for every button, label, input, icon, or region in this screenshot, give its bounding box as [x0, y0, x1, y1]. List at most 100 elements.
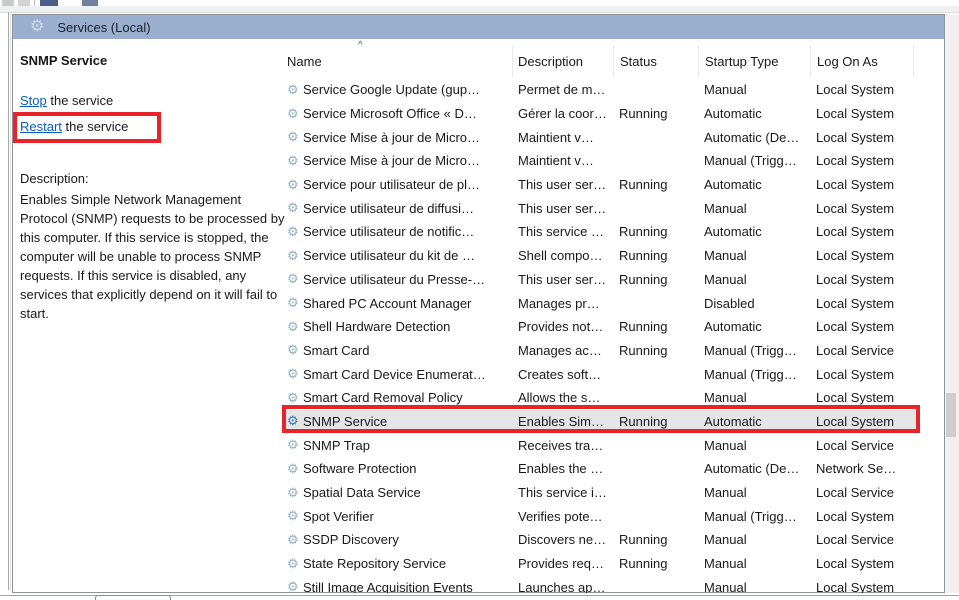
service-row[interactable]: ⚙Service Google Update (gup…Permet de m……	[283, 78, 945, 102]
service-description: Shell compo…	[512, 248, 613, 263]
stop-service-suffix: the service	[47, 93, 113, 108]
column-header-startup-type[interactable]: Startup Type	[705, 54, 778, 69]
service-status: Running	[613, 248, 698, 263]
service-description: Provides req…	[512, 556, 613, 571]
service-row[interactable]: ⚙Shell Hardware DetectionProvides not…Ru…	[283, 315, 945, 339]
service-row[interactable]: ⚙Spatial Data ServiceThis service i…Manu…	[283, 481, 945, 505]
service-description: Launches ap…	[512, 580, 613, 593]
service-name: Service Microsoft Office « D…	[303, 106, 477, 121]
service-logon-as: Local System	[810, 390, 929, 405]
column-separator[interactable]	[512, 45, 513, 77]
service-description: This user ser…	[512, 201, 613, 216]
service-startup-type: Manual (Trigg…	[698, 343, 810, 358]
vertical-scrollbar-track[interactable]	[945, 14, 959, 593]
service-startup-type: Manual	[698, 201, 810, 216]
annotation-red-box-restart	[13, 112, 161, 143]
service-logon-as: Local System	[810, 248, 929, 263]
service-description: Verifies pote…	[512, 509, 613, 524]
service-name: Still Image Acquisition Events	[303, 580, 473, 593]
services-local-title: Services (Local)	[57, 20, 150, 35]
service-startup-type: Manual (Trigg…	[698, 153, 810, 168]
sort-ascending-indicator: ^	[358, 40, 363, 51]
toolbar-strip	[0, 6, 959, 13]
service-row[interactable]: ⚙SSDP DiscoveryDiscovers ne…RunningManua…	[283, 528, 945, 552]
service-row[interactable]: ⚙Shared PC Account ManagerManages pr…Dis…	[283, 291, 945, 315]
service-name: Software Protection	[303, 461, 416, 476]
services-list: ⚙Service Google Update (gup…Permet de m……	[283, 78, 945, 593]
service-gear-icon: ⚙	[287, 153, 303, 169]
service-row[interactable]: ⚙Service utilisateur de diffusi… This use…	[283, 196, 945, 220]
service-gear-icon: ⚙	[287, 366, 303, 382]
service-name: Smart Card	[303, 343, 369, 358]
service-row[interactable]: ⚙Smart Card Device Enumerat…Creates soft…	[283, 362, 945, 386]
service-startup-type: Manual	[698, 485, 810, 500]
service-startup-type: Manual	[698, 580, 810, 593]
service-name: Service Google Update (gup…	[303, 82, 480, 97]
service-gear-icon: ⚙	[287, 342, 303, 358]
service-row[interactable]: ⚙Service Mise à jour de Micro…Maintient …	[283, 149, 945, 173]
service-name: Service utilisateur du kit de …	[303, 248, 475, 263]
service-status: Running	[613, 106, 698, 121]
tab-extended[interactable]	[95, 595, 171, 600]
service-row[interactable]: ⚙State Repository ServiceProvides req…Ru…	[283, 552, 945, 576]
service-gear-icon: ⚙	[287, 200, 303, 216]
service-row[interactable]: ⚙Service Mise à jour de Micro…Maintient …	[283, 125, 945, 149]
service-row[interactable]: ⚙Spot VerifierVerifies pote…Manual (Trig…	[283, 504, 945, 528]
column-header-description[interactable]: Description	[518, 54, 583, 69]
column-header-log-on-as[interactable]: Log On As	[817, 54, 878, 69]
service-row[interactable]: ⚙Service utilisateur de notific…This ser…	[283, 220, 945, 244]
service-gear-icon: ⚙	[287, 485, 303, 501]
service-logon-as: Local System	[810, 580, 929, 593]
vertical-scrollbar-thumb[interactable]	[946, 393, 956, 437]
column-separator[interactable]	[613, 45, 614, 77]
service-description: This user ser…	[512, 272, 613, 287]
service-logon-as: Local Service	[810, 485, 929, 500]
service-row[interactable]: ⚙Service utilisateur du Presse-…This use…	[283, 268, 945, 292]
service-name: Shared PC Account Manager	[303, 296, 471, 311]
service-gear-icon: ⚙	[287, 129, 303, 145]
service-logon-as: Local System	[810, 130, 929, 145]
service-row[interactable]: ⚙SNMP TrapReceives tra…ManualLocal Servi…	[283, 433, 945, 457]
service-gear-icon: ⚙	[287, 461, 303, 477]
service-logon-as: Local System	[810, 177, 929, 192]
service-gear-icon: ⚙	[287, 532, 303, 548]
service-startup-type: Automatic	[698, 177, 810, 192]
service-description: Manages pr…	[512, 296, 613, 311]
stop-service-link[interactable]: Stop	[20, 93, 47, 108]
column-header-name[interactable]: Name	[287, 54, 322, 69]
service-row[interactable]: ⚙Still Image Acquisition EventsLaunches …	[283, 575, 945, 593]
service-name: SNMP Trap	[303, 438, 370, 453]
column-separator[interactable]	[810, 45, 811, 77]
service-name: Service utilisateur de notific…	[303, 224, 474, 239]
service-logon-as: Local System	[810, 201, 929, 216]
service-logon-as: Local System	[810, 272, 929, 287]
service-gear-icon: ⚙	[287, 319, 303, 335]
service-startup-type: Manual	[698, 390, 810, 405]
service-name: Service pour utilisateur de pl…	[303, 177, 480, 192]
service-gear-icon: ⚙	[287, 177, 303, 193]
service-status: Running	[613, 556, 698, 571]
column-separator[interactable]	[913, 45, 914, 77]
column-header-status[interactable]: Status	[620, 54, 657, 69]
service-row[interactable]: ⚙Service pour utilisateur de pl…This use…	[283, 173, 945, 197]
service-startup-type: Automatic	[698, 319, 810, 334]
service-startup-type: Manual (Trigg…	[698, 509, 810, 524]
services-local-header: ⚙ Services (Local)	[13, 15, 944, 39]
service-name: Service Mise à jour de Micro…	[303, 153, 480, 168]
service-startup-type: Automatic	[698, 224, 810, 239]
service-description: This service …	[512, 224, 613, 239]
service-gear-icon: ⚙	[287, 390, 303, 406]
service-logon-as: Network Se…	[810, 461, 929, 476]
service-logon-as: Local System	[810, 367, 929, 382]
service-name: Service utilisateur de diffusi…	[303, 201, 474, 216]
service-name: Spatial Data Service	[303, 485, 421, 500]
annotation-red-box-snmp-row	[282, 405, 920, 433]
service-gear-icon: ⚙	[287, 106, 303, 122]
service-startup-type: Manual	[698, 82, 810, 97]
service-row[interactable]: ⚙Software ProtectionEnables the …Automat…	[283, 457, 945, 481]
service-row[interactable]: ⚙Service utilisateur du kit de …Shell co…	[283, 244, 945, 268]
service-row[interactable]: ⚙Smart CardManages ac…RunningManual (Tri…	[283, 339, 945, 363]
column-separator[interactable]	[698, 45, 699, 77]
service-row[interactable]: ⚙Service Microsoft Office « D…Gérer la c…	[283, 102, 945, 126]
service-gear-icon: ⚙	[287, 508, 303, 524]
